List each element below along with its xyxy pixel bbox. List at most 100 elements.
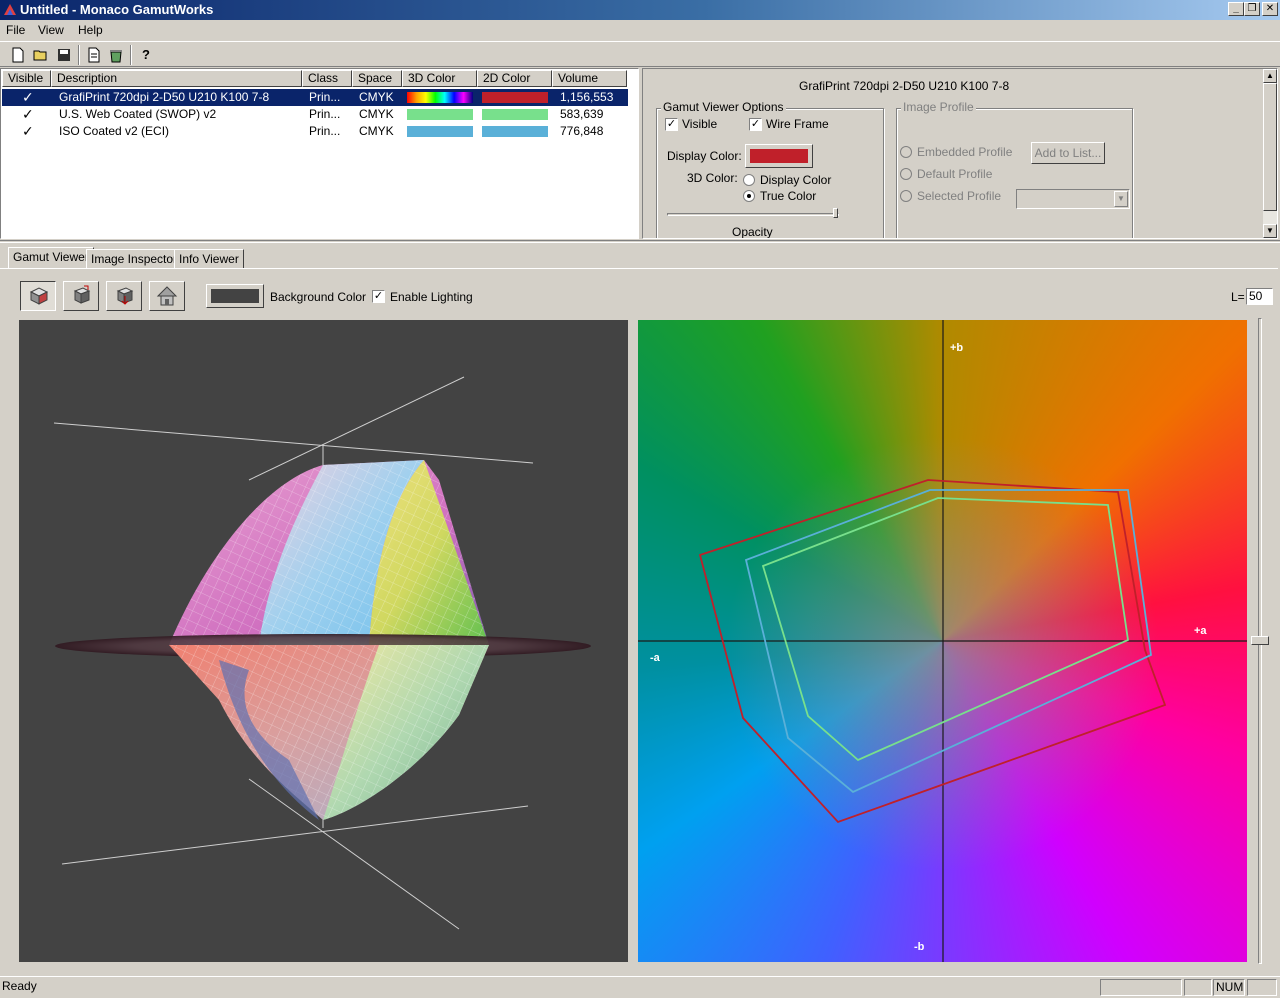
row-class: Prin... xyxy=(309,90,341,104)
gamut-2d-canvas[interactable]: +b -b +a -a xyxy=(638,320,1247,962)
gamut-viewer-options-legend: Gamut Viewer Options xyxy=(661,100,786,114)
tab-panel-edge xyxy=(0,268,1278,269)
options-scrollbar[interactable]: ▲ ▼ xyxy=(1263,69,1277,238)
row-2d-color-swatch xyxy=(482,92,548,103)
tab-image-inspector[interactable]: Image Inspector xyxy=(86,249,183,269)
embedded-profile-radio[interactable] xyxy=(900,146,912,158)
row-3d-color-swatch xyxy=(407,109,473,120)
row-description: GrafiPrint 720dpi 2-D50 U210 K100 7-8 xyxy=(59,90,270,104)
image-profile-legend: Image Profile xyxy=(901,100,976,114)
title-bar: Untitled - Monaco GamutWorks _ ❐ ✕ xyxy=(0,0,1280,20)
visible-checkbox[interactable]: ✓ xyxy=(665,118,678,131)
gamut-3d-view[interactable] xyxy=(19,320,628,962)
document-icon[interactable] xyxy=(84,45,104,65)
menu-help[interactable]: Help xyxy=(78,23,103,37)
cube-icon[interactable] xyxy=(20,281,56,311)
window-title: Untitled - Monaco GamutWorks xyxy=(20,2,214,17)
toolbar: ? xyxy=(0,41,1280,67)
new-file-icon[interactable] xyxy=(8,45,28,65)
recycle-icon[interactable] xyxy=(106,45,126,65)
background-color-button[interactable] xyxy=(206,284,264,308)
table-row[interactable]: ✓ U.S. Web Coated (SWOP) v2 Prin... CMYK… xyxy=(2,106,628,123)
column-header-class[interactable]: Class xyxy=(302,70,352,87)
status-pane xyxy=(1184,979,1212,996)
axis-label-plus-b: +b xyxy=(950,342,963,354)
default-profile-radio[interactable] xyxy=(900,168,912,180)
app-icon xyxy=(4,4,16,15)
row-volume: 776,848 xyxy=(560,124,604,138)
row-3d-color-swatch xyxy=(407,126,473,137)
enable-lighting-checkbox[interactable]: ✓ xyxy=(372,290,385,303)
row-space: CMYK xyxy=(359,90,394,104)
gamut-2d-view[interactable]: +b -b +a -a xyxy=(638,320,1247,962)
table-row[interactable]: ✓ ISO Coated v2 (ECI) Prin... CMYK 776,8… xyxy=(2,123,628,140)
add-to-list-button[interactable]: Add to List... xyxy=(1031,142,1105,164)
wireframe-label: Wire Frame xyxy=(766,117,829,131)
restore-button[interactable]: ❐ xyxy=(1244,2,1260,16)
display-color-button[interactable] xyxy=(745,144,813,168)
row-space: CMYK xyxy=(359,124,394,138)
display-color-label: Display Color: xyxy=(667,149,742,163)
row-volume: 1,156,553 xyxy=(560,90,614,104)
row-space: CMYK xyxy=(359,107,394,121)
visible-check[interactable]: ✓ xyxy=(22,106,34,123)
row-class: Prin... xyxy=(309,107,341,121)
default-profile-label: Default Profile xyxy=(917,167,993,181)
tab-gamut-viewer[interactable]: Gamut Viewer xyxy=(8,247,94,269)
selected-profile-dropdown[interactable]: ▼ xyxy=(1016,189,1130,209)
axis-label-plus-a: +a xyxy=(1194,625,1207,637)
status-bar: Ready NUM xyxy=(0,976,1280,998)
row-description: U.S. Web Coated (SWOP) v2 xyxy=(59,107,217,121)
row-class: Prin... xyxy=(309,124,341,138)
true-color-radio[interactable] xyxy=(743,190,755,202)
visible-check[interactable]: ✓ xyxy=(22,123,34,140)
close-button[interactable]: ✕ xyxy=(1262,2,1278,16)
rotate-cube-icon[interactable] xyxy=(63,281,99,311)
l-value-input[interactable]: 50 xyxy=(1246,288,1273,305)
reset-cube-icon[interactable] xyxy=(106,281,142,311)
menu-file[interactable]: File xyxy=(6,23,25,37)
column-header-2d-color[interactable]: 2D Color xyxy=(477,70,552,87)
visible-check[interactable]: ✓ xyxy=(22,89,34,106)
help-icon[interactable]: ? xyxy=(136,45,156,65)
home-icon[interactable] xyxy=(149,281,185,311)
true-color-option-label: True Color xyxy=(760,189,817,203)
opacity-slider-thumb[interactable] xyxy=(833,208,838,218)
table-row[interactable]: ✓ GrafiPrint 720dpi 2-D50 U210 K100 7-8 … xyxy=(2,89,628,106)
chevron-down-icon[interactable]: ▼ xyxy=(1114,191,1128,207)
row-description: ISO Coated v2 (ECI) xyxy=(59,124,170,138)
opacity-slider[interactable] xyxy=(667,213,839,216)
column-header-visible[interactable]: Visible xyxy=(2,70,51,87)
display-color-option-label: Display Color xyxy=(760,173,832,187)
column-header-space[interactable]: Space xyxy=(352,70,402,87)
wireframe-checkbox[interactable]: ✓ xyxy=(749,118,762,131)
selected-profile-radio[interactable] xyxy=(900,190,912,202)
scroll-thumb[interactable] xyxy=(1263,83,1277,211)
visible-label: Visible xyxy=(682,117,718,131)
gamut-3d-canvas[interactable] xyxy=(19,320,628,962)
display-color-swatch xyxy=(750,149,808,163)
toolbar-separator xyxy=(130,45,132,65)
profile-name: GrafiPrint 720dpi 2-D50 U210 K100 7-8 xyxy=(799,79,1010,93)
status-text: Ready xyxy=(2,979,37,993)
column-header-3d-color[interactable]: 3D Color xyxy=(402,70,477,87)
minimize-button[interactable]: _ xyxy=(1228,2,1244,16)
scroll-down-icon[interactable]: ▼ xyxy=(1263,224,1277,238)
column-header-volume[interactable]: Volume xyxy=(552,70,627,87)
l-slider-thumb[interactable] xyxy=(1251,636,1269,645)
menu-view[interactable]: View xyxy=(38,23,64,37)
column-header-description[interactable]: Description xyxy=(51,70,302,87)
3d-color-label: 3D Color: xyxy=(687,171,738,185)
row-volume: 583,639 xyxy=(560,107,604,121)
selected-profile-label: Selected Profile xyxy=(917,189,1002,203)
splitter[interactable] xyxy=(0,240,1280,243)
row-2d-color-swatch xyxy=(482,109,548,120)
tab-info-viewer[interactable]: Info Viewer xyxy=(174,249,244,269)
status-pane xyxy=(1247,979,1277,996)
scroll-up-icon[interactable]: ▲ xyxy=(1263,69,1277,83)
display-color-radio[interactable] xyxy=(743,174,755,186)
open-folder-icon[interactable] xyxy=(31,45,51,65)
save-icon[interactable] xyxy=(54,45,74,65)
row-3d-color-swatch xyxy=(407,92,473,103)
embedded-profile-label: Embedded Profile xyxy=(917,145,1013,159)
